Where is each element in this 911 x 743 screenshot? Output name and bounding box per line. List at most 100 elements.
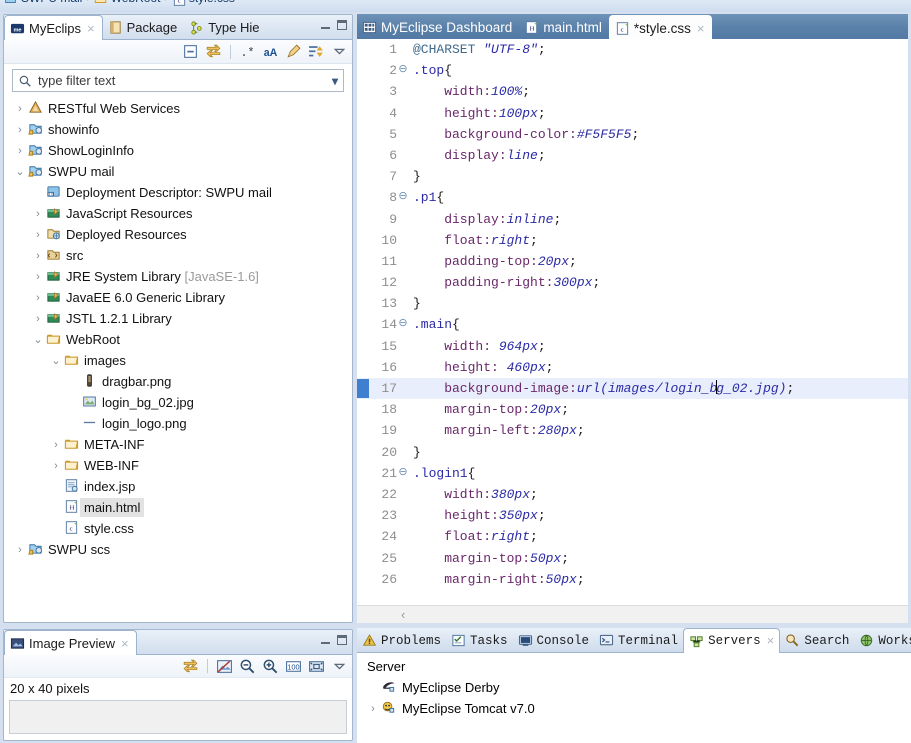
twisty-icon[interactable]: ⌄ [12,165,28,178]
view-menu-icon[interactable] [331,43,348,60]
code-line[interactable]: 13} [357,293,908,314]
code-line[interactable]: 17 background-image:url(images/login_bg_… [357,378,908,400]
tree-item[interactable]: › JRE System Library [JavaSE-1.6] [8,266,352,287]
tree-item[interactable]: › ShowLoginInfo [8,140,352,161]
bottom-tab-2[interactable]: Console [513,629,595,652]
zoom-in-icon[interactable] [262,658,279,675]
tree-item[interactable]: › JSTL 1.2.1 Library [8,308,352,329]
focus-on-active-task-icon[interactable] [285,43,302,60]
code-line[interactable]: 24 float:right; [357,526,908,547]
explorer-tab-1[interactable]: Package [103,16,185,39]
code-line[interactable]: 19 margin-left:280px; [357,420,908,441]
twisty-icon[interactable]: › [365,703,381,715]
code-line[interactable]: 26 margin-right:50px; [357,569,908,590]
twisty-icon[interactable]: › [48,439,64,451]
twisty-icon[interactable]: › [30,229,46,241]
code-line[interactable]: 5 background-color:#F5F5F5; [357,124,908,145]
search-input[interactable]: type filter text ▾ [12,69,344,92]
breadcrumb-item[interactable]: SWPU mail [21,0,82,5]
link-with-editor-icon[interactable] [182,658,199,675]
restore-original-size-icon[interactable] [216,658,233,675]
code-line[interactable]: 7} [357,166,908,187]
twisty-icon[interactable]: › [30,313,46,325]
code-line[interactable]: 1 @CHARSET "UTF-8"; [357,39,908,60]
minimize-button[interactable] [321,636,330,644]
twisty-icon[interactable]: › [30,250,46,262]
tree-item[interactable]: dragbar.png [8,371,352,392]
bottom-tab-5[interactable]: Search [780,629,854,652]
tree-item[interactable]: login_logo.png [8,413,352,434]
actual-size-icon[interactable]: 100 [285,658,302,675]
twisty-icon[interactable]: ⌄ [30,333,46,346]
twisty-icon[interactable]: › [48,460,64,472]
server-row[interactable]: › MyEclipse Tomcat v7.0 [365,698,911,719]
code-line[interactable]: 21 ⊖ .login1{ [357,463,908,484]
tree-item[interactable]: › showinfo [8,119,352,140]
code-line[interactable]: 16 height: 460px; [357,357,908,378]
explorer-tab-0[interactable]: me MyEclips × [4,15,103,40]
regex-filter-icon[interactable]: [.*] [233,43,261,60]
code-line[interactable]: 11 padding-top:20px; [357,251,908,272]
close-icon[interactable]: × [767,635,775,648]
tree-item[interactable]: › META-INF [8,434,352,455]
zoom-out-icon[interactable] [239,658,256,675]
tree-item[interactable]: login_bg_02.jpg [8,392,352,413]
tree-item[interactable]: › Deployed Resources [8,224,352,245]
explorer-tab-2[interactable]: Type Hie [184,16,266,39]
editor-tab-1[interactable]: Hmain.html [519,16,609,39]
code-line[interactable]: 18 margin-top:20px; [357,399,908,420]
code-line[interactable]: 4 height:100px; [357,103,908,124]
fold-toggle-icon[interactable]: ⊖ [398,187,408,208]
breadcrumb-item[interactable]: WebRoot [111,0,161,5]
scroll-left-icon[interactable]: ‹ [401,607,405,622]
maximize-button[interactable] [337,20,347,30]
code-line[interactable]: 12 padding-right:300px; [357,272,908,293]
fold-toggle-icon[interactable]: ⊖ [398,60,408,81]
code-line[interactable]: 2 ⊖ .top{ [357,60,908,81]
code-line[interactable]: 25 margin-top:50px; [357,548,908,569]
twisty-icon[interactable]: › [12,145,28,157]
css-source-code[interactable]: 1 @CHARSET "UTF-8"; 2 ⊖ .top{3 width:100%; 4 … [357,39,908,590]
code-line[interactable]: 23 height:350px; [357,505,908,526]
code-line[interactable]: 14 ⊖ .main{ [357,314,908,335]
code-line[interactable]: 22 width:380px; [357,484,908,505]
code-line[interactable]: 3 width:100%; [357,81,908,102]
chevron-down-icon[interactable]: ▾ [332,74,338,88]
twisty-icon[interactable]: › [12,124,28,136]
code-line[interactable]: 10 float:right; [357,230,908,251]
tree-item[interactable]: › WEB-INF [8,455,352,476]
code-line[interactable]: 15 width: 964px; [357,336,908,357]
editor-tab-2[interactable]: c *style.css × [608,15,713,40]
bottom-tab-6[interactable]: Worksp [854,629,911,652]
twisty-icon[interactable]: ⌄ [48,354,64,367]
bottom-tab-0[interactable]: Problems [357,629,446,652]
twisty-icon[interactable]: › [12,103,28,115]
fit-to-window-icon[interactable] [308,658,325,675]
tree-item[interactable]: ⌄ SWPU mail [8,161,352,182]
close-icon[interactable]: × [697,22,705,35]
image-preview-tab-0[interactable]: Image Preview × [4,630,137,655]
tree-item[interactable]: c style.css [8,518,352,539]
tree-item[interactable]: › JavaScript Resources [8,203,352,224]
tree-item[interactable]: › SWPU scs [8,539,352,560]
tree-item[interactable]: 3.0 Deployment Descriptor: SWPU mail [8,182,352,203]
bottom-tab-1[interactable]: Tasks [446,629,513,652]
twisty-icon[interactable]: › [30,208,46,220]
editor-horizontal-scrollbar[interactable]: ‹ [357,605,908,623]
minimize-button[interactable] [321,21,330,29]
editor-body[interactable]: 1 @CHARSET "UTF-8"; 2 ⊖ .top{3 width:100%; 4 … [357,39,908,605]
case-sensitive-icon[interactable]: aA [262,43,279,60]
twisty-icon[interactable]: › [30,271,46,283]
tree-item[interactable]: Hmain.html [8,497,352,518]
collapse-all-icon[interactable] [182,43,199,60]
bottom-tab-3[interactable]: Terminal [594,629,683,652]
tree-item[interactable]: ⌄ WebRoot [8,329,352,350]
twisty-icon[interactable]: › [30,292,46,304]
view-menu-icon[interactable] [331,658,348,675]
tree-item[interactable]: › src [8,245,352,266]
fold-toggle-icon[interactable]: ⊖ [398,314,408,335]
link-with-editor-icon[interactable] [205,43,222,60]
server-row[interactable]: MyEclipse Derby [365,677,911,698]
bottom-tab-4[interactable]: Servers × [683,628,781,653]
tree-item[interactable]: ⌄ images [8,350,352,371]
